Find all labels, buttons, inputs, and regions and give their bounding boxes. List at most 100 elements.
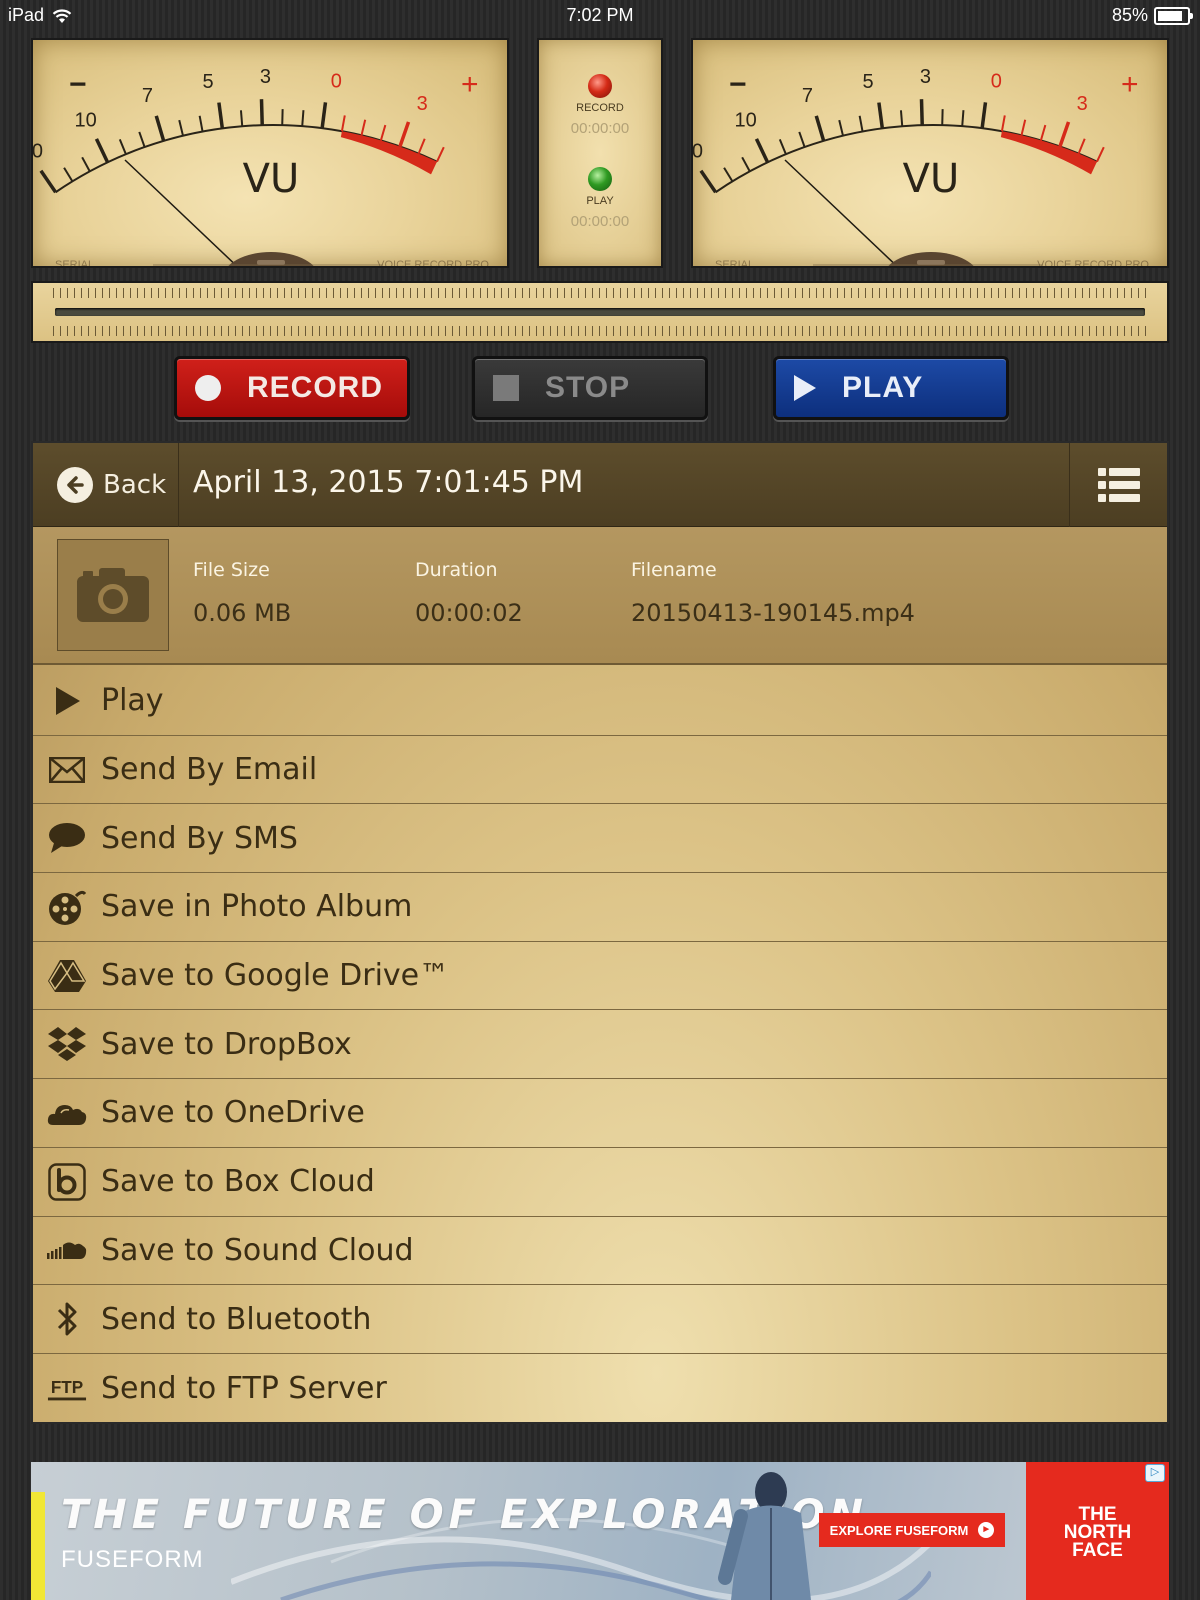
vu-tick	[1039, 124, 1047, 141]
bluetooth-icon	[47, 1299, 87, 1339]
ad-cta-button[interactable]: EXPLORE FUSEFORM ►	[819, 1513, 1005, 1547]
record-button[interactable]: RECORD	[174, 356, 410, 420]
recording-title: April 13, 2015 7:01:45 PM	[193, 465, 584, 500]
action-send-email[interactable]: Send By Email	[33, 736, 1167, 805]
action-save-onedrive[interactable]: Save to OneDrive	[33, 1079, 1167, 1148]
adchoices-icon[interactable]: ▷	[1145, 1464, 1165, 1482]
vu-tick	[301, 110, 305, 127]
vu-red-zone	[1000, 131, 1097, 175]
action-send-bluetooth[interactable]: Send to Bluetooth	[33, 1285, 1167, 1354]
vu-bottom-rail	[153, 264, 383, 266]
action-label: Send By Email	[101, 752, 318, 788]
action-save-box-cloud[interactable]: Save to Box Cloud	[33, 1148, 1167, 1217]
ad-brand-logo[interactable]: THE NORTH FACE	[1026, 1462, 1169, 1600]
play-icon	[47, 681, 87, 721]
advertisement-banner[interactable]: THE FUTURE OF EXPLORATION FUSEFORM EXPLO…	[31, 1462, 1169, 1600]
action-send-sms[interactable]: Send By SMS	[33, 804, 1167, 874]
file-size-value: 0.06 MB	[193, 599, 292, 627]
play-time: 00:00:00	[570, 213, 630, 230]
filename-field: Filename 20150413-190145.mp4	[631, 559, 915, 627]
vu-tick	[1000, 115, 1006, 132]
stop-button[interactable]: STOP	[472, 356, 708, 420]
onedrive-icon	[47, 1093, 87, 1133]
google-drive-icon	[47, 956, 87, 996]
action-play[interactable]: Play	[33, 667, 1167, 736]
vu-tick	[980, 102, 988, 129]
vu-scale-label: 0	[331, 71, 342, 93]
record-play-indicator-panel: RECORD 00:00:00 PLAY 00:00:00	[537, 38, 663, 268]
action-label: Save in Photo Album	[101, 889, 413, 925]
battery-group: 85%	[1111, 5, 1193, 26]
action-label: Play	[101, 683, 164, 719]
filename-label: Filename	[631, 559, 717, 581]
action-label: Send By SMS	[101, 820, 298, 856]
duration-field: Duration 00:00:02	[415, 559, 523, 627]
vu-scale-label: 3	[1077, 93, 1088, 115]
action-label: Save to Box Cloud	[101, 1164, 375, 1200]
vu-needle	[124, 159, 238, 266]
ad-brand-line: FACE	[1072, 1540, 1123, 1561]
vu-plus-label: +	[1121, 68, 1139, 101]
back-button[interactable]: Back	[33, 443, 179, 527]
action-label: Send to Bluetooth	[101, 1301, 372, 1337]
vu-needle	[784, 159, 898, 266]
action-save-dropbox[interactable]: Save to DropBox	[33, 1010, 1167, 1080]
vu-tick	[838, 119, 844, 136]
ad-cta-arrow-icon: ►	[978, 1522, 995, 1538]
ad-jacket-figure	[718, 1472, 811, 1600]
vu-tick	[178, 119, 184, 136]
record-time: 00:00:00	[570, 120, 630, 137]
vu-tick	[877, 102, 885, 129]
record-button-label: RECORD	[247, 371, 384, 404]
vu-scale-label: 10	[734, 109, 756, 131]
action-label: Save to OneDrive	[101, 1095, 365, 1131]
list-icon	[1097, 468, 1140, 502]
camera-icon	[77, 568, 149, 622]
play-indicator-label: PLAY	[586, 195, 614, 207]
record-indicator-label: RECORD	[576, 102, 624, 114]
duration-label: Duration	[415, 559, 498, 581]
play-button[interactable]: PLAY	[773, 356, 1009, 420]
action-save-photo-album[interactable]: Save in Photo Album	[33, 873, 1167, 942]
vu-tick	[436, 146, 445, 163]
action-label: Save to Google Drive™	[101, 958, 450, 994]
filename-value: 20150413-190145.mp4	[631, 599, 915, 627]
vu-tick	[858, 115, 864, 132]
recordings-list-button[interactable]	[1069, 443, 1167, 527]
battery-level	[1158, 10, 1182, 21]
vu-tick	[118, 139, 127, 155]
vu-tick	[81, 156, 91, 172]
vu-tick	[63, 167, 74, 182]
play-triangle-icon	[794, 375, 816, 401]
envelope-icon	[47, 750, 87, 790]
playback-progress-strip[interactable]	[31, 281, 1169, 343]
box-icon	[47, 1162, 87, 1202]
vu-meter-left: 20 10 7 5 3 0 3 − + VU SERIAL VOICE RECORD PRO	[31, 38, 509, 268]
status-time: 7:02 PM	[566, 5, 634, 25]
battery-icon	[1154, 6, 1193, 25]
vu-scale-label: 5	[862, 71, 873, 93]
progress-ticks-top	[53, 288, 1147, 298]
vu-tick	[340, 115, 346, 132]
ftp-icon: FTP	[47, 1368, 87, 1408]
vu-tick	[1020, 119, 1027, 136]
vu-tick	[94, 138, 110, 164]
battery-percent: 85%	[1111, 5, 1148, 25]
action-save-sound-cloud[interactable]: Save to Sound Cloud	[33, 1217, 1167, 1286]
vu-tick	[798, 131, 806, 148]
vu-tick	[379, 124, 387, 141]
vu-tick	[899, 110, 904, 127]
file-size-label: File Size	[193, 559, 270, 581]
vu-scale-label: 20	[33, 141, 43, 163]
vu-tick	[1058, 121, 1071, 148]
play-button-label: PLAY	[842, 371, 924, 404]
action-label: Save to Sound Cloud	[101, 1232, 414, 1268]
progress-track[interactable]	[55, 308, 1145, 316]
file-info-section: File Size 0.06 MB Duration 00:00:02 File…	[33, 527, 1167, 665]
action-save-google-drive[interactable]: Save to Google Drive™	[33, 942, 1167, 1011]
vu-tick	[919, 99, 924, 126]
action-label: Save to DropBox	[101, 1026, 352, 1062]
vu-tick	[39, 169, 58, 194]
stop-button-label: STOP	[545, 371, 631, 404]
action-send-ftp[interactable]: FTP Send to FTP Server	[33, 1354, 1167, 1422]
